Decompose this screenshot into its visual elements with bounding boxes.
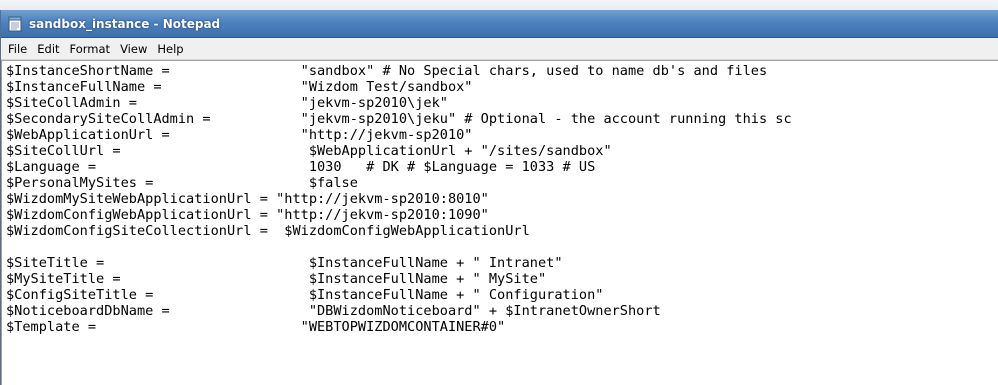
menu-file[interactable]: File [3,40,32,58]
code-line: $Template = "WEBTOPWIZDOMCONTAINER#0" [6,319,506,335]
code-line: $NoticeboardDbName = "DBWizdomNoticeboar… [6,303,661,319]
code-line: $SecondarySiteCollAdmin = "jekvm-sp2010\… [6,111,792,127]
code-line: $WizdomMySiteWebApplicationUrl = "http:/… [6,191,489,207]
code-line: $SiteCollAdmin = "jekvm-sp2010\jek" [6,95,448,111]
code-line: $Language = 1030 # DK # $Language = 1033… [6,159,596,175]
code-line: $PersonalMySites = $false [6,175,358,191]
menu-view[interactable]: View [115,40,152,58]
code-line: $WizdomConfigSiteCollectionUrl = $Wizdom… [6,223,530,239]
menu-help[interactable]: Help [152,40,188,58]
title-bar[interactable]: sandbox_instance - Notepad [1,10,998,38]
window-title: sandbox_instance - Notepad [29,16,221,31]
menu-format[interactable]: Format [65,40,116,58]
notepad-icon[interactable] [7,16,23,32]
code-line: $SiteTitle = $InstanceFullName + " Intra… [6,255,563,271]
text-editor-area[interactable]: $InstanceShortName = "sandbox" # No Spec… [1,60,998,385]
code-line: $SiteCollUrl = $WebApplicationUrl + "/si… [6,143,612,159]
code-line: $WizdomConfigWebApplicationUrl = "http:/… [6,207,489,223]
code-line: $ConfigSiteTitle = $InstanceFullName + "… [6,287,604,303]
notepad-window: sandbox_instance - Notepad File Edit For… [0,10,998,385]
code-line: $InstanceFullName = "Wizdom Test/sandbox… [6,79,473,95]
code-line: $MySiteTitle = $InstanceFullName + " MyS… [6,271,547,287]
menu-edit[interactable]: Edit [32,40,64,58]
code-line: $WebApplicationUrl = "http://jekvm-sp201… [6,127,473,143]
menu-bar: File Edit Format View Help [1,38,998,60]
editor-content: $InstanceShortName = "sandbox" # No Spec… [6,63,792,335]
code-line: $InstanceShortName = "sandbox" # No Spec… [6,63,768,79]
